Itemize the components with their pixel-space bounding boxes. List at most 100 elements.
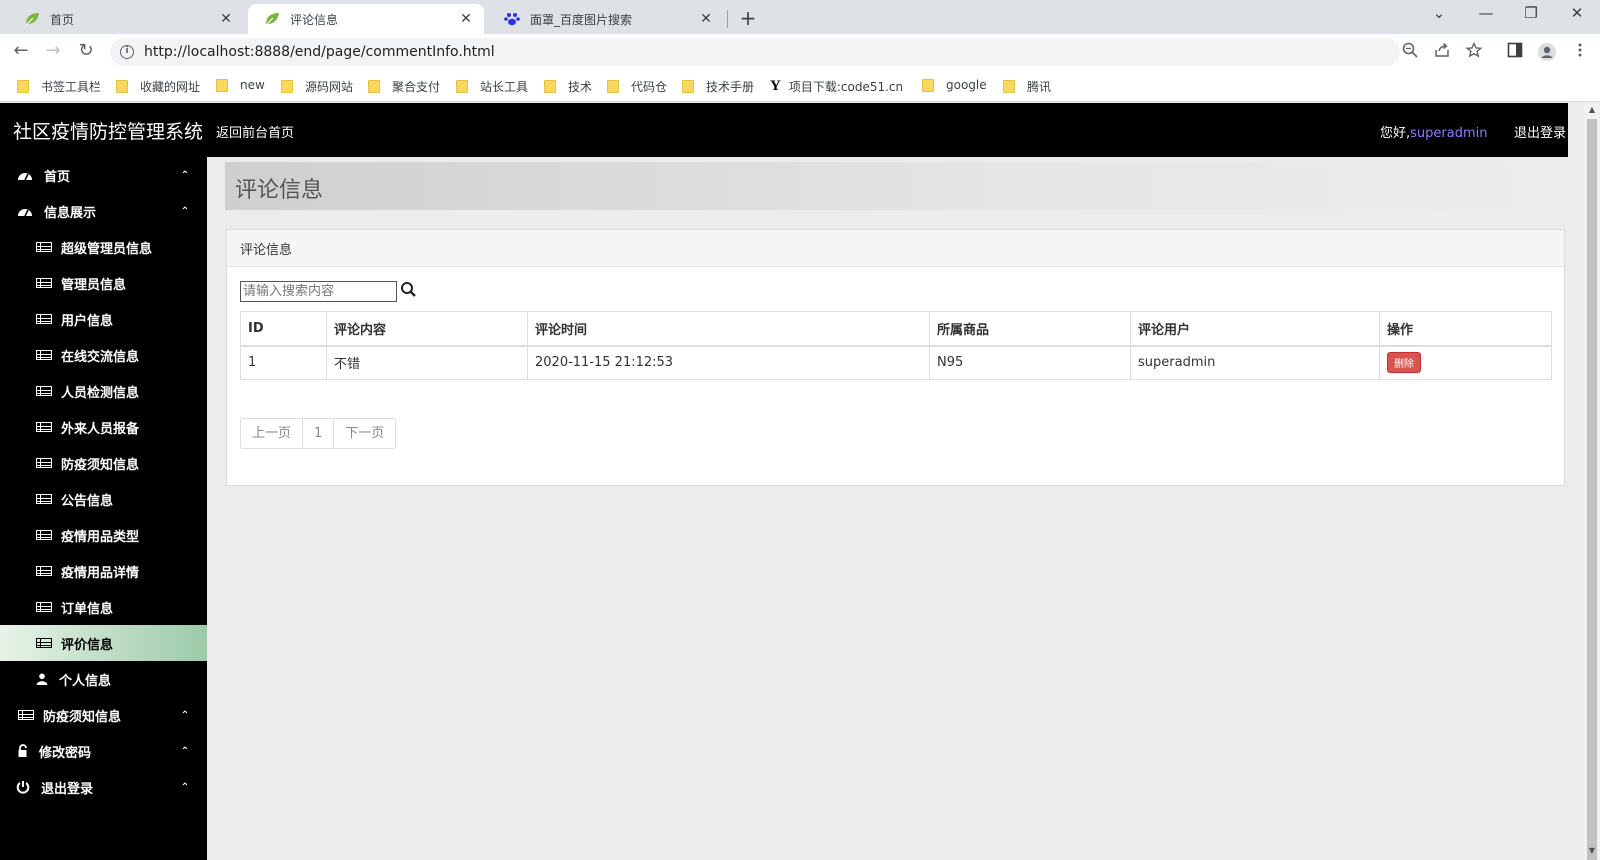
new-tab-button[interactable]: + bbox=[737, 6, 759, 30]
chevron-up-icon: ⌃ bbox=[180, 169, 190, 181]
sidebar-item-reviews[interactable]: 评价信息 bbox=[0, 625, 207, 661]
scroll-up-arrow-icon[interactable]: ▲ bbox=[1587, 105, 1597, 114]
cell-content: 不错 bbox=[326, 345, 528, 380]
bookmark-folder[interactable]: 技术 bbox=[544, 78, 592, 95]
bookmark-folder[interactable]: 书签工具栏 bbox=[17, 78, 101, 95]
sidebar-item-online-chat[interactable]: 在线交流信息 bbox=[0, 337, 207, 373]
chevron-up-icon: ⌃ bbox=[180, 709, 190, 721]
table-row: 1 不错 2020-11-15 21:12:53 N95 superadmin … bbox=[240, 345, 1552, 380]
more-menu-icon[interactable] bbox=[1569, 42, 1591, 58]
bookmark-folder[interactable]: 技术手册 bbox=[682, 78, 754, 95]
user-greeting: 您好,superadmin bbox=[1380, 126, 1488, 141]
folder-icon bbox=[281, 80, 293, 93]
browser-tab-home[interactable]: 首页 ✕ bbox=[8, 4, 244, 34]
panel-header: 评论信息 bbox=[227, 230, 1564, 267]
bookmark-folder[interactable]: google bbox=[922, 78, 987, 92]
sidebar-item-prevention-notice[interactable]: 防疫须知信息 bbox=[0, 445, 207, 481]
leaf-icon bbox=[25, 13, 39, 26]
leaf-icon bbox=[265, 13, 279, 26]
address-bar[interactable]: i http://localhost:8888/end/page/comment… bbox=[110, 38, 1400, 66]
bookmark-link[interactable]: Y 项目下载:code51.cn bbox=[770, 78, 903, 95]
table-icon bbox=[36, 494, 52, 504]
scrollbar-thumb[interactable] bbox=[1587, 119, 1597, 860]
table-icon bbox=[36, 278, 52, 288]
delete-button[interactable]: 删除 bbox=[1387, 352, 1421, 374]
sidebar-item-profile[interactable]: 个人信息 bbox=[0, 661, 207, 697]
table-icon bbox=[36, 422, 52, 432]
folder-icon bbox=[682, 80, 694, 93]
column-header-time: 评论时间 bbox=[527, 311, 930, 347]
close-tab-icon[interactable]: ✕ bbox=[218, 11, 234, 27]
table-icon bbox=[36, 350, 52, 360]
table-icon bbox=[36, 386, 52, 396]
username-link[interactable]: superadmin bbox=[1410, 126, 1487, 141]
browser-tab-bar: 首页 ✕ 评论信息 ✕ 面罩_百度图片搜索 ✕ + ⌄ — ❐ ✕ bbox=[0, 0, 1600, 34]
bookmark-folder[interactable]: new bbox=[216, 78, 265, 92]
url-text[interactable]: http://localhost:8888/end/page/commentIn… bbox=[144, 44, 495, 60]
reload-button[interactable]: ↻ bbox=[74, 40, 98, 61]
zoom-icon[interactable] bbox=[1399, 42, 1421, 58]
profile-avatar-icon[interactable] bbox=[1536, 42, 1558, 62]
sidebar-item-testing[interactable]: 人员检测信息 bbox=[0, 373, 207, 409]
sidebar-item-supply-details[interactable]: 疫情用品详情 bbox=[0, 553, 207, 589]
back-to-frontend-link[interactable]: 返回前台首页 bbox=[216, 122, 294, 141]
sidebar-item-prevention-notice-group[interactable]: 防疫须知信息 ⌃ bbox=[0, 697, 207, 733]
close-window-button[interactable]: ✕ bbox=[1565, 4, 1589, 22]
bookmarks-bar: 书签工具栏 收藏的网址 new 源码网站 聚合支付 站长工具 技术 代码仓 技术… bbox=[0, 70, 1600, 102]
sidebar-item-change-password[interactable]: 修改密码 ⌃ bbox=[0, 733, 207, 769]
close-tab-icon[interactable]: ✕ bbox=[458, 11, 474, 27]
sidebar-item-orders[interactable]: 订单信息 bbox=[0, 589, 207, 625]
folder-icon bbox=[216, 78, 228, 92]
folder-icon bbox=[368, 80, 380, 93]
table-icon bbox=[36, 602, 52, 612]
site-info-icon[interactable]: i bbox=[120, 45, 134, 59]
folder-icon bbox=[116, 80, 128, 93]
next-page-button[interactable]: 下一页 bbox=[334, 419, 395, 448]
bookmark-folder[interactable]: 聚合支付 bbox=[368, 78, 440, 95]
browser-tab-baidu[interactable]: 面罩_百度图片搜索 ✕ bbox=[488, 4, 724, 34]
folder-icon bbox=[456, 80, 468, 93]
prev-page-button[interactable]: 上一页 bbox=[241, 419, 304, 448]
app-header: 社区疫情防控管理系统 返回前台首页 您好,superadmin 退出登录 bbox=[0, 103, 1568, 157]
bookmark-folder[interactable]: 代码仓 bbox=[607, 78, 667, 95]
sidebar-item-info-display[interactable]: 信息展示 ⌃ bbox=[0, 193, 207, 229]
comment-table: ID 评论内容 评论时间 所属商品 评论用户 操作 1 不错 2020-11-1… bbox=[240, 311, 1552, 380]
sidebar: 首页 ⌃ 信息展示 ⌃ 超级管理员信息 管理员信息 用户信息 在线交流信息 人员… bbox=[0, 157, 207, 860]
sidebar-item-home[interactable]: 首页 ⌃ bbox=[0, 157, 207, 193]
table-icon bbox=[36, 314, 52, 324]
page-scrollbar[interactable]: ▲ ▼ bbox=[1584, 103, 1600, 860]
sidebar-item-super-admin[interactable]: 超级管理员信息 bbox=[0, 229, 207, 265]
cell-action: 删除 bbox=[1379, 345, 1552, 380]
back-button[interactable]: ← bbox=[9, 40, 33, 61]
page-title: 评论信息 bbox=[235, 178, 324, 203]
side-panel-icon[interactable] bbox=[1504, 42, 1526, 58]
tab-search-chevron-icon[interactable]: ⌄ bbox=[1427, 4, 1451, 22]
sidebar-item-logout[interactable]: 退出登录 ⌃ bbox=[0, 769, 207, 805]
forward-button[interactable]: → bbox=[41, 40, 65, 61]
page-number-button[interactable]: 1 bbox=[303, 419, 335, 448]
chevron-up-icon: ⌃ bbox=[180, 745, 190, 757]
share-icon[interactable] bbox=[1431, 42, 1453, 58]
sidebar-item-users[interactable]: 用户信息 bbox=[0, 301, 207, 337]
close-tab-icon[interactable]: ✕ bbox=[698, 11, 714, 27]
logout-link[interactable]: 退出登录 bbox=[1514, 122, 1566, 141]
sidebar-item-visitor-report[interactable]: 外来人员报备 bbox=[0, 409, 207, 445]
restore-window-button[interactable]: ❐ bbox=[1519, 4, 1543, 22]
bookmark-folder[interactable]: 源码网站 bbox=[281, 78, 353, 95]
search-icon[interactable] bbox=[400, 281, 418, 299]
bookmark-folder[interactable]: 收藏的网址 bbox=[116, 78, 200, 95]
table-icon bbox=[36, 530, 52, 540]
bookmark-folder[interactable]: 站长工具 bbox=[456, 78, 528, 95]
lock-icon bbox=[18, 744, 27, 757]
bookmark-star-icon[interactable] bbox=[1463, 42, 1485, 58]
panel-title: 评论信息 bbox=[240, 243, 293, 258]
column-header-content: 评论内容 bbox=[326, 311, 528, 347]
minimize-window-button[interactable]: — bbox=[1474, 4, 1498, 22]
scroll-down-arrow-icon[interactable]: ▼ bbox=[1587, 846, 1597, 855]
sidebar-item-supply-types[interactable]: 疫情用品类型 bbox=[0, 517, 207, 553]
sidebar-item-announcements[interactable]: 公告信息 bbox=[0, 481, 207, 517]
sidebar-item-admin[interactable]: 管理员信息 bbox=[0, 265, 207, 301]
bookmark-folder[interactable]: 腾讯 bbox=[1003, 78, 1051, 95]
browser-tab-comment-info[interactable]: 评论信息 ✕ bbox=[248, 4, 484, 34]
search-input[interactable] bbox=[240, 281, 397, 302]
